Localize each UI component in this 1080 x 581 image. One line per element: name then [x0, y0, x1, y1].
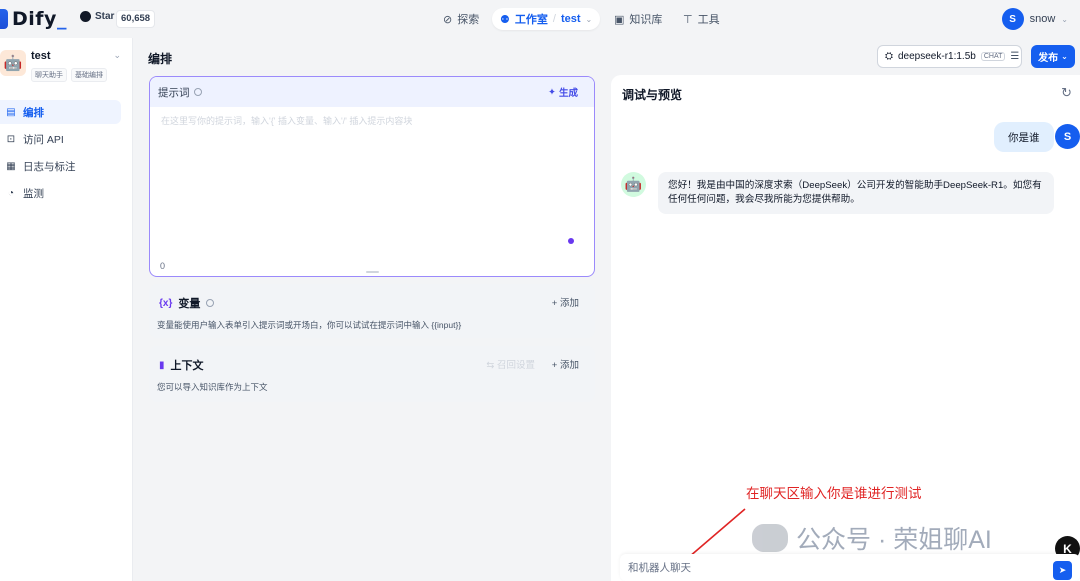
nav-tools-label: 工具: [697, 14, 720, 26]
file-list-icon: ▦: [6, 160, 16, 172]
context-header: ▮ 上下文: [159, 359, 204, 373]
refresh-icon[interactable]: ↻: [1061, 85, 1072, 101]
nav-separator: /: [552, 13, 556, 25]
terminal-icon: ⊡: [6, 133, 16, 145]
hammer-icon: ⊤: [683, 13, 693, 26]
variables-description: 变量能使用户输入表单引入提示词或开场白，你可以试试在提示词中输入 {{input…: [157, 320, 462, 330]
prompt-header: 提示词 ✦ 生成: [150, 77, 594, 107]
chevron-down-icon: ⌄: [585, 14, 593, 24]
github-star-button[interactable]: Star: [80, 11, 114, 22]
annotation-text: 在聊天区输入你是谁进行测试: [746, 486, 922, 501]
robot-avatar-icon: 🤖: [0, 50, 26, 76]
resize-handle[interactable]: [366, 271, 379, 273]
chevron-down-icon: ⌄: [1061, 14, 1068, 24]
context-description: 您可以导入知识库作为上下文: [157, 382, 268, 392]
variables-panel: {x} 变量 + 添加 变量能使用户输入表单引入提示词或开场白，你可以试试在提示…: [149, 284, 595, 338]
prompt-label: 提示词: [158, 85, 202, 100]
prompt-char-count: 0: [160, 261, 166, 271]
publish-button[interactable]: 发布 ⌄: [1031, 45, 1075, 68]
retrieval-settings-button[interactable]: ⇆ 召回设置: [486, 357, 535, 371]
sidebar-item-label: 监测: [23, 187, 44, 200]
user-menu[interactable]: S snow ⌄: [1001, 8, 1068, 30]
send-icon: ➤: [1058, 565, 1067, 575]
braces-icon: {x}: [159, 297, 173, 309]
app-info-card[interactable]: 🤖 test ⌄ 聊天助手 基础编排: [0, 46, 133, 86]
add-variable-button[interactable]: + 添加: [552, 295, 579, 309]
user-avatar: S: [1055, 124, 1080, 149]
layout-icon: ▤: [6, 106, 16, 118]
github-star-label: Star: [95, 11, 115, 22]
sidebar-item-monitor[interactable]: ◔ 监测: [0, 181, 121, 205]
app-tag: 聊天助手: [31, 68, 67, 82]
document-icon: ▮: [159, 359, 165, 371]
nav-app-selector[interactable]: test: [561, 13, 581, 25]
variables-header: {x} 变量: [159, 295, 215, 311]
logo-mark: [0, 9, 8, 29]
bot-avatar-icon: 🤖: [621, 172, 646, 197]
github-star-count: 60,658: [116, 10, 156, 28]
nav-tools[interactable]: ⊤ 工具: [683, 9, 720, 29]
prompt-status-dot: [568, 238, 574, 244]
logo-text: Dify_: [12, 8, 67, 30]
prompt-editor[interactable]: 提示词 ✦ 生成 在这里写你的提示词，输入'{' 插入变量、输入'/' 插入提示…: [149, 76, 595, 277]
nav-explore-label: 探索: [457, 14, 480, 26]
generate-button[interactable]: ✦ 生成: [548, 85, 578, 100]
info-icon: [193, 88, 202, 96]
sliders-icon[interactable]: ☰: [1010, 51, 1019, 62]
model-mode-tag: CHAT: [980, 52, 1006, 61]
chevron-down-icon: ⌄: [113, 50, 121, 60]
github-icon: [80, 11, 91, 22]
page-title: 编排: [148, 52, 173, 66]
sidebar: 🤖 test ⌄ 聊天助手 基础编排 ▤ 编排 ⊡ 访问 API ▦ 日志与标注…: [0, 38, 133, 581]
user-avatar: S: [1001, 8, 1024, 30]
book-icon: ▣: [614, 13, 625, 26]
dashboard-icon: ◔: [7, 187, 15, 199]
sidebar-item-logs[interactable]: ▦ 日志与标注: [0, 154, 121, 178]
compass-icon: ⊘: [443, 13, 453, 26]
sidebar-item-api[interactable]: ⊡ 访问 API: [0, 127, 121, 151]
app-tag: 基础编排: [71, 68, 107, 82]
publish-label: 发布: [1038, 53, 1059, 64]
model-name: deepseek-r1:1.5b: [898, 51, 976, 62]
model-selector[interactable]: ⛭ deepseek-r1:1.5b CHAT ☰: [877, 45, 1022, 68]
sidebar-item-orchestrate[interactable]: ▤ 编排: [0, 100, 121, 124]
user-message: 你是谁: [994, 122, 1054, 152]
send-button[interactable]: ➤: [1053, 561, 1072, 580]
context-panel: ▮ 上下文 ⇆ 召回设置 + 添加 您可以导入知识库作为上下文: [149, 346, 595, 402]
debug-title: 调试与预览: [622, 88, 683, 102]
add-context-button[interactable]: + 添加: [552, 357, 579, 371]
logo[interactable]: Dify_: [0, 8, 67, 30]
info-icon: [206, 299, 215, 307]
chat-input[interactable]: 和机器人聊天: [620, 554, 1080, 581]
nav-studio-label: 工作室: [514, 14, 548, 26]
nav-studio[interactable]: ⚉ 工作室 / test ⌄: [492, 8, 601, 30]
sidebar-item-label: 访问 API: [23, 133, 64, 146]
bot-message: 您好！我是由中国的深度求索（DeepSeek）公司开发的智能助手DeepSeek…: [658, 172, 1054, 214]
wechat-icon: [752, 524, 788, 552]
prompt-placeholder[interactable]: 在这里写你的提示词，输入'{' 插入变量、输入'/' 插入提示内容块: [161, 114, 412, 127]
sidebar-item-label: 日志与标注: [23, 160, 76, 173]
top-nav: Dify_ Star 60,658 ⊘ 探索 ⚉ 工作室 / test ⌄ ▣ …: [0, 0, 1080, 38]
app-name: test: [31, 50, 51, 62]
sparkle-icon: ✦: [548, 86, 556, 98]
watermark: 公众号 · 荣姐聊AI: [752, 520, 992, 556]
nav-knowledge[interactable]: ▣ 知识库: [614, 9, 662, 29]
nav-explore[interactable]: ⊘ 探索: [443, 9, 479, 29]
user-name: snow: [1029, 13, 1056, 25]
robot-icon: ⚉: [500, 13, 510, 26]
sidebar-item-label: 编排: [23, 106, 44, 119]
nav-knowledge-label: 知识库: [629, 14, 663, 26]
chevron-down-icon: ⌄: [1061, 52, 1068, 61]
app-tags: 聊天助手 基础编排: [31, 68, 107, 82]
model-icon: ⛭: [885, 51, 893, 62]
watermark-text: 公众号 · 荣姐聊AI: [796, 526, 992, 554]
